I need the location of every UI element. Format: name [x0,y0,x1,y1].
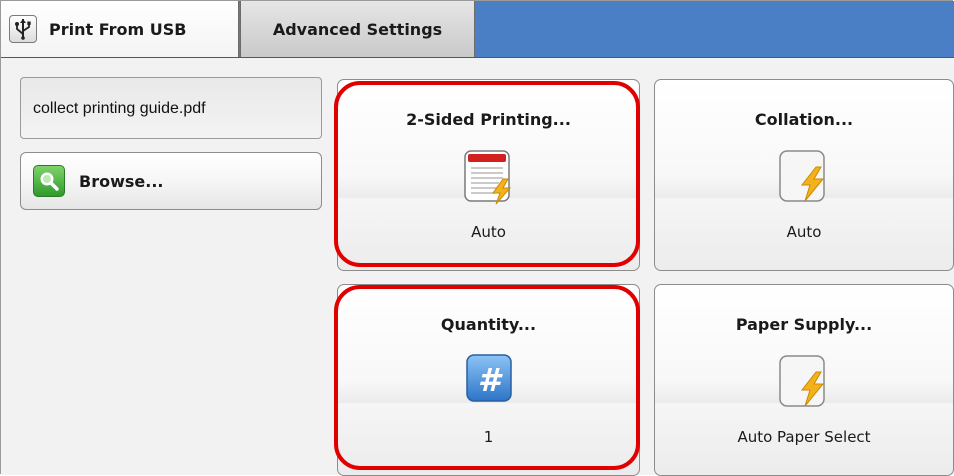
tab-advanced-settings-label: Advanced Settings [272,19,443,39]
tab-print-from-usb[interactable]: Print From USB [1,1,239,57]
two-sided-printing-value: Auto [471,223,506,241]
paper-supply-button[interactable]: Paper Supply... Auto Paper Select [654,284,954,476]
auto-lightning-icon [778,149,830,205]
quantity-title: Quantity... [440,315,537,334]
usb-icon [9,15,37,43]
tab-print-from-usb-label: Print From USB [49,19,187,39]
svg-text:#: # [477,361,502,399]
browse-button[interactable]: Browse... [20,152,322,210]
tab-bar: Print From USB Advanced Settings [1,1,954,58]
two-sided-printing-button[interactable]: 2-Sided Printing... Auto [337,79,640,271]
two-sided-printing-title: 2-Sided Printing... [406,110,571,129]
quantity-value: 1 [483,428,494,446]
magnifier-icon [33,165,65,197]
collation-value: Auto [786,223,822,241]
duplex-document-icon [463,149,515,205]
collation-title: Collation... [754,110,854,129]
print-from-usb-screen: Print From USB Advanced Settings collect… [0,0,954,476]
collation-button[interactable]: Collation... Auto [654,79,954,271]
selected-file-field[interactable]: collect printing guide.pdf [20,77,322,139]
tab-advanced-settings[interactable]: Advanced Settings [240,1,475,57]
quantity-button[interactable]: Quantity... # 1 [337,284,640,476]
selected-file-name: collect printing guide.pdf [33,100,206,117]
paper-supply-value: Auto Paper Select [737,428,871,446]
browse-button-label: Browse... [79,171,164,191]
auto-lightning-icon [778,354,830,410]
paper-supply-title: Paper Supply... [735,315,873,334]
number-sign-icon: # [463,351,515,407]
